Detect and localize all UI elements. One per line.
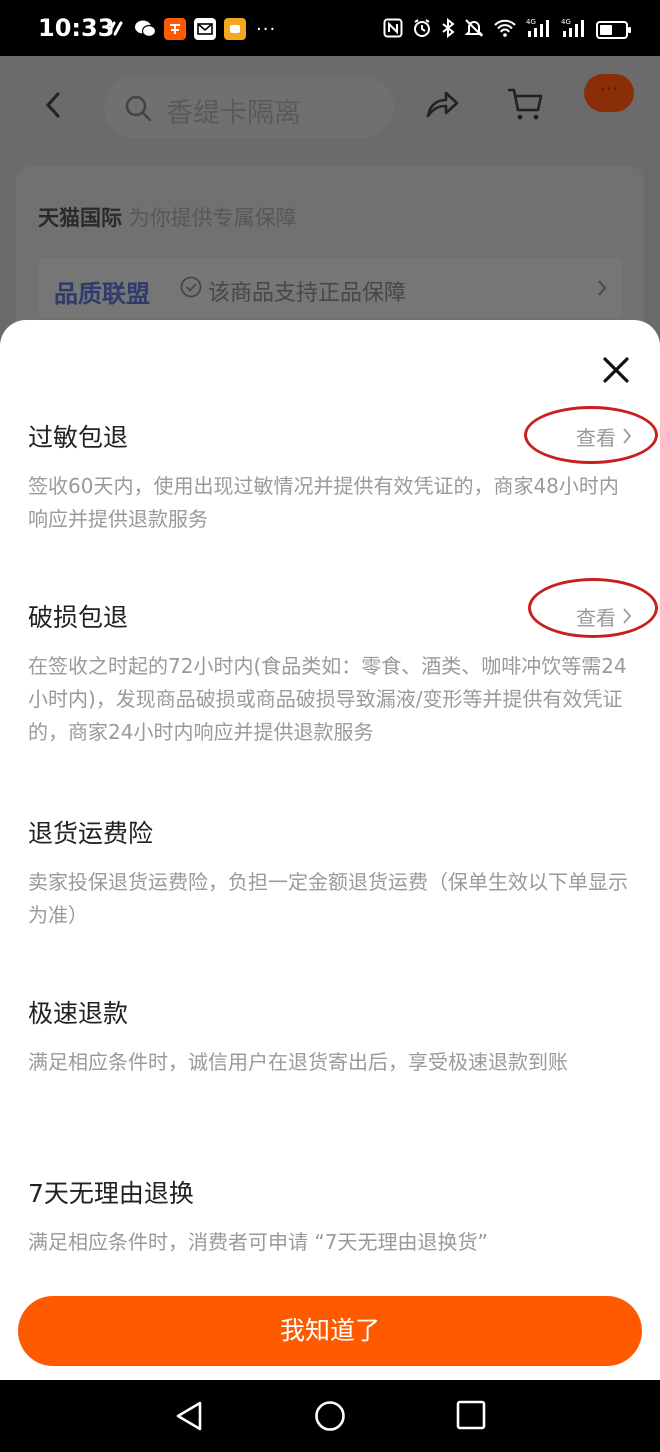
notification-icons: ···: [104, 18, 276, 40]
service-guarantee-sheet: 过敏包退 查看 签收60天内，使用出现过敏情况并提供有效凭证的，商家48小时内响…: [0, 320, 660, 1380]
search-placeholder: 香缇卡隔离: [166, 98, 301, 129]
share-icon[interactable]: [424, 88, 460, 124]
service-return-shipping-insurance: 退货运费险 卖家投保退货运费险，负担一定金额退货运费（保单生效以下单显示为准）: [28, 816, 632, 932]
wifi-icon: [493, 18, 517, 42]
service-description: 在签收之时起的72小时内(食品类如：零食、酒类、咖啡冲饮等需24小时内)，发现商…: [28, 654, 627, 744]
more-notifications-icon: ···: [256, 18, 277, 40]
svg-text:4G: 4G: [561, 18, 571, 26]
annotation-ring: [524, 406, 658, 464]
more-button[interactable]: ···: [584, 74, 634, 112]
battery-icon: [596, 21, 631, 39]
quality-union-label: 品质联盟: [54, 280, 150, 308]
service-fast-refund: 极速退款 满足相应条件时，诚信用户在退货寄出后，享受极速退款到账: [28, 996, 632, 1079]
status-bar: 10:33 ··· 4G 4G: [0, 0, 660, 56]
service-description: 签收60天内，使用出现过敏情况并提供有效凭证的，商家48小时内响应并提供退款服务: [28, 474, 619, 531]
service-title: 7天无理由退换: [28, 1179, 194, 1208]
product-page-background: 香缇卡隔离 ··· 天猫国际 为你提供专属保障 品质联盟 该商品支持正品保障: [0, 56, 660, 396]
lightning-icon: [104, 18, 126, 40]
alarm-icon: [412, 18, 432, 42]
mute-icon: [464, 18, 484, 42]
service-description: 满足相应条件时，诚信用户在退货寄出后，享受极速退款到账: [28, 1050, 568, 1074]
status-time: 10:33: [38, 14, 115, 42]
nfc-icon: [383, 18, 403, 42]
taobao-icon: [164, 18, 186, 40]
wechat-icon: [134, 18, 156, 40]
guarantee-text: 该商品支持正品保障: [208, 281, 407, 306]
got-it-button[interactable]: 我知道了: [18, 1296, 642, 1366]
service-seven-day-return: 7天无理由退换 满足相应条件时，消费者可申请 “7天无理由退换货”: [28, 1176, 632, 1259]
close-icon[interactable]: [600, 354, 632, 386]
service-description: 满足相应条件时，消费者可申请 “7天无理由退换货”: [28, 1230, 488, 1254]
tmall-global-brand: 天猫国际: [38, 206, 122, 230]
check-circle-icon: [180, 276, 202, 302]
cart-icon[interactable]: [506, 86, 544, 126]
chevron-right-icon: [596, 278, 608, 302]
service-description: 卖家投保退货运费险，负担一定金额退货运费（保单生效以下单显示为准）: [28, 870, 628, 927]
guarantee-card-subtitle: 为你提供专属保障: [128, 206, 297, 230]
system-icons: 4G 4G: [383, 17, 631, 43]
annotation-ring: [528, 578, 658, 638]
quality-union-row[interactable]: 品质联盟 该商品支持正品保障: [38, 258, 622, 318]
service-title: 极速退款: [28, 999, 129, 1028]
home-nav-icon[interactable]: [314, 1400, 346, 1436]
system-navigation-bar: [0, 1380, 660, 1452]
signal-4g-icon: 4G: [561, 17, 587, 43]
mail-icon: [194, 18, 216, 40]
search-icon: [124, 94, 152, 126]
guarantee-card-title: 天猫国际 为你提供专属保障: [38, 202, 297, 232]
signal-4g-icon: 4G: [526, 17, 552, 43]
battery-level: [600, 25, 612, 35]
bluetooth-icon: [441, 17, 455, 42]
recents-nav-icon[interactable]: [456, 1400, 486, 1434]
svg-text:4G: 4G: [526, 18, 536, 26]
service-title: 退货运费险: [28, 819, 154, 848]
search-bar[interactable]: 香缇卡隔离: [104, 76, 394, 138]
back-icon[interactable]: [40, 90, 68, 124]
back-nav-icon[interactable]: [174, 1400, 204, 1436]
app-icon: [224, 18, 246, 40]
